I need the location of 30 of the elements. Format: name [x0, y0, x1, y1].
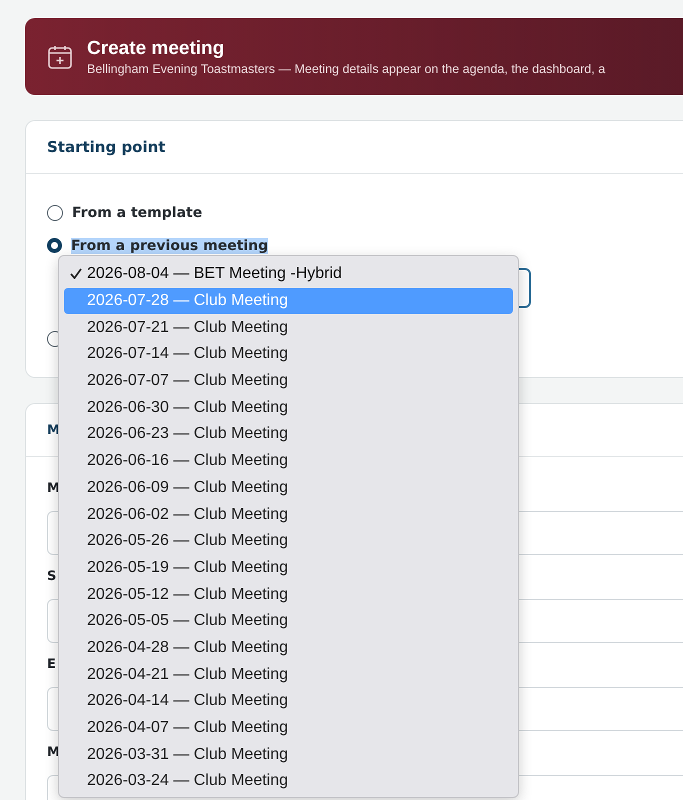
dropdown-option[interactable]: 2026-06-30 — Club Meeting — [64, 394, 513, 422]
dropdown-option[interactable]: 2026-04-21 — Club Meeting — [64, 661, 513, 688]
dropdown-option[interactable]: 2026-07-14 — Club Meeting — [64, 341, 513, 368]
dropdown-option[interactable]: 2026-06-02 — Club Meeting — [64, 501, 513, 528]
dropdown-option[interactable]: 2026-06-09 — Club Meeting — [64, 474, 513, 502]
dropdown-option[interactable]: 2026-06-16 — Club Meeting — [64, 448, 513, 474]
card-title: Starting point — [26, 121, 683, 174]
dropdown-option[interactable]: 2026-04-14 — Club Meeting — [64, 688, 513, 715]
dropdown-option[interactable]: 2026-07-21 — Club Meeting — [64, 314, 513, 342]
dropdown-option[interactable]: 2026-05-05 — Club Meeting — [64, 608, 513, 635]
radio-label[interactable]: From a template — [72, 204, 202, 220]
dropdown-option[interactable]: 2026-06-23 — Club Meeting — [64, 421, 513, 448]
dropdown-option[interactable]: 2026-07-07 — Club Meeting — [64, 368, 513, 394]
dropdown-option[interactable]: 2026-04-07 — Club Meeting — [64, 714, 513, 742]
dropdown-option[interactable]: 2026-05-26 — Club Meeting — [64, 528, 513, 555]
dropdown-option[interactable]: 2026-05-12 — Club Meeting — [64, 581, 513, 608]
dropdown-option[interactable]: 2026-03-24 — Club Meeting — [64, 768, 513, 795]
page-title: Create meeting — [87, 38, 226, 60]
radio-button[interactable] — [47, 238, 62, 253]
dropdown-option[interactable]: 2026-08-04 — BET Meeting -Hybrid — [64, 261, 513, 288]
field-label: S — [47, 569, 56, 586]
check-icon — [70, 268, 82, 279]
radio-label[interactable]: From a previous meeting — [71, 238, 268, 254]
calendar-plus-icon — [47, 44, 73, 70]
dropdown-option[interactable]: 2026-03-31 — Club Meeting — [64, 741, 513, 768]
dropdown-option[interactable]: 2026-05-19 — Club Meeting — [64, 554, 513, 582]
dropdown-option[interactable]: 2026-04-28 — Club Meeting — [64, 634, 513, 662]
field-label: E — [47, 657, 56, 674]
radio-button[interactable] — [47, 204, 63, 220]
page-subtitle: Bellingham Evening Toastmasters — Meeting details appear on the agenda, the dashboard, a — [87, 62, 606, 76]
